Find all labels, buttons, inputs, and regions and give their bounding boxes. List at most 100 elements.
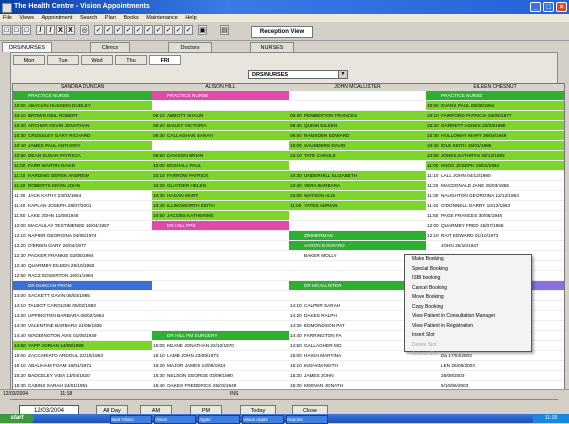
appointment-slot[interactable]: 14:20 UPPINGTON BARBARA 08/02/1954 bbox=[13, 311, 152, 321]
menu-views[interactable]: Views bbox=[19, 15, 34, 21]
appointment-slot[interactable]: PRACTICE NURSE bbox=[13, 91, 152, 101]
menu-maintenance[interactable]: Maintenance bbox=[146, 15, 178, 21]
appointment-slot[interactable]: 10:00 SAUNDERS DAVID bbox=[289, 141, 426, 151]
appointment-slot[interactable]: 10:50 JONES KATHRYN 30/12/1983 bbox=[426, 151, 564, 161]
appointment-slot[interactable] bbox=[152, 301, 289, 311]
tab-tue[interactable]: Tue bbox=[47, 55, 79, 65]
appointment-slot[interactable]: 15:10 INGHAM KEITH bbox=[289, 361, 426, 371]
appointment-slot[interactable]: 10:40 VERA BARBARA bbox=[289, 181, 426, 191]
appointment-slot[interactable]: 11:50 LAKE JOHN 11/09/1946 bbox=[13, 211, 152, 221]
tick-icon[interactable]: ✓ bbox=[174, 25, 183, 35]
appointment-slot[interactable]: 14:10 TALBOT CAROLINE 05/02/1983 bbox=[13, 301, 152, 311]
appointment-slot[interactable]: 15:20 JAMES JOHN bbox=[289, 371, 426, 381]
appointment-slot[interactable]: 10:20 GARRETT AGNES 23/03/1980 bbox=[426, 121, 564, 131]
tab-clinics[interactable]: Clinics bbox=[90, 42, 130, 52]
appointment-slot[interactable]: 11:50 PAGE FRANCES 30/05/1946 bbox=[426, 211, 564, 221]
menu-file[interactable]: File bbox=[3, 15, 12, 21]
appointment-slot[interactable]: 11:20 MACDONALD JANE 25/03/1965 bbox=[426, 181, 564, 191]
tick-icon[interactable]: ✓ bbox=[124, 25, 133, 35]
appointment-slot[interactable]: 10:10 TATE CAROLE bbox=[289, 151, 426, 161]
tab-mon[interactable]: Mon bbox=[13, 55, 45, 65]
print-icon[interactable]: ▣ bbox=[198, 25, 207, 35]
close-button[interactable]: × bbox=[556, 2, 567, 12]
appointment-slot[interactable] bbox=[152, 311, 289, 321]
appointment-slot[interactable]: 12:40 QUARMBY EILEEN 29/10/1960 bbox=[13, 261, 152, 271]
appointment-slot[interactable] bbox=[152, 251, 289, 261]
appointment-slot[interactable]: 11:30 JACK KATHY 23/03/1964 bbox=[13, 191, 152, 201]
appointment-slot[interactable] bbox=[152, 291, 289, 301]
appointment-slot[interactable]: 10:20 ARCHER KEVIN JONATHAN bbox=[13, 121, 152, 131]
appointment-slot[interactable]: DR DUNCAN PROM bbox=[13, 281, 152, 291]
appointment-slot[interactable] bbox=[289, 101, 426, 111]
appointment-slot[interactable]: 09:30 PEMBERTON FRANCES bbox=[289, 111, 426, 121]
appointment-slot[interactable]: 15:20 BADCELEY VIDA 13/04/1920 bbox=[13, 371, 152, 381]
appointment-slot[interactable]: 12:00 MACAULAY TESTIMENEE 16/04/1957 bbox=[13, 221, 152, 231]
appointment-slot[interactable]: 14:50 YAPP ADRIAN 14/09/1998 bbox=[13, 341, 152, 351]
menu-item-copy-booking[interactable]: Copy Booking bbox=[405, 303, 531, 313]
cross-icon[interactable]: X bbox=[66, 25, 75, 35]
appointment-slot[interactable]: 09:10 ABBOTT SHAUN bbox=[152, 111, 289, 121]
appointment-slot[interactable] bbox=[289, 221, 426, 231]
appointment-slot[interactable]: 12:50 RACZ EDGERTON 16/01/1984 bbox=[13, 271, 152, 281]
menu-item-cancel-booking[interactable]: Cancel Booking bbox=[405, 284, 531, 294]
appointment-slot[interactable]: 12:10 NAPIER GEORGINA 04/06/1974 bbox=[13, 231, 152, 241]
menu-search[interactable]: Search bbox=[80, 15, 97, 21]
appointment-slot[interactable]: 14:40 WADDINGTON AVIS 01/06/1949 bbox=[13, 331, 152, 341]
appointment-slot[interactable]: 09:30 CALLAGHAN SARAH bbox=[152, 131, 289, 141]
appointment-slot[interactable]: 11:10 LALL JOHN 04/12/1980 bbox=[426, 171, 564, 181]
appointment-slot[interactable]: 10:30 HOLLOWAY MARY 26/04/1949 bbox=[426, 131, 564, 141]
appointment-slot[interactable] bbox=[289, 161, 426, 171]
clock-icon[interactable]: ◎ bbox=[80, 25, 89, 35]
new-icon[interactable]: □ bbox=[2, 25, 11, 35]
appointment-slot[interactable] bbox=[152, 321, 289, 331]
appointment-slot[interactable]: 11:00 KNOX JOSEPH 19/01/1982 bbox=[426, 161, 564, 171]
appointment-slot[interactable]: 15:00 KEANE JONATHAN 22/10/1970 bbox=[152, 341, 289, 351]
appointment-slot[interactable]: 10:00 EDSHALL PAUL bbox=[152, 161, 289, 171]
tab-doctors[interactable]: Doctors bbox=[168, 42, 212, 52]
appointment-slot[interactable]: 11:40 KAPLAN JOSEPH 28/07/2001 bbox=[13, 201, 152, 211]
appointment-slot[interactable] bbox=[152, 101, 289, 111]
appointment-slot[interactable] bbox=[289, 211, 426, 221]
tab-thu[interactable]: Thu bbox=[115, 55, 147, 65]
menu-plan[interactable]: Plan bbox=[105, 15, 116, 21]
appointment-slot[interactable]: 10:00 EVANS PAUL 05/08/1984 bbox=[426, 101, 564, 111]
appointment-slot[interactable] bbox=[152, 271, 289, 281]
menu-item-view-registration[interactable]: View Patient in Registration bbox=[405, 322, 531, 332]
appointment-slot[interactable]: JOHN 26/10/1947 bbox=[426, 241, 564, 251]
appointment-slot[interactable]: 09:50 DAVISON BRIAN bbox=[152, 151, 289, 161]
start-button[interactable]: start bbox=[0, 414, 34, 423]
appointment-slot[interactable]: 15:30 NELSON GEORGE 03/09/1990 bbox=[152, 371, 289, 381]
tick-icon[interactable]: ✓ bbox=[144, 25, 153, 35]
report-icon[interactable]: ▤ bbox=[220, 25, 229, 35]
tick-icon[interactable]: ✓ bbox=[134, 25, 143, 35]
menu-books[interactable]: Books bbox=[123, 15, 138, 21]
appointment-slot[interactable]: 10:30 HAGAN MARY bbox=[152, 191, 289, 201]
appointment-slot[interactable]: 10:30 UNDERHILL ELIZABETH bbox=[289, 171, 426, 181]
menu-item-isbi-booking[interactable]: ISBI booking bbox=[405, 274, 531, 284]
appointment-slot[interactable]: 15:10 ABALIHAM FOAM 19/01/1971 bbox=[13, 361, 152, 371]
menu-item-move-booking[interactable]: Move Booking bbox=[405, 293, 531, 303]
appointment-slot[interactable]: 10:50 WATSON ALIS bbox=[289, 191, 426, 201]
appointment-slot[interactable]: 11:20 ROBERTS KEVIN JOHN bbox=[13, 181, 152, 191]
appointment-slot[interactable]: 12:30 PACKER FRANKIE 02/08/1994 bbox=[13, 251, 152, 261]
appointment-slot[interactable]: 09:20 BAILEY VICTORIA bbox=[152, 121, 289, 131]
save-icon[interactable]: □ bbox=[22, 25, 31, 35]
menu-help[interactable]: Help bbox=[185, 15, 196, 21]
appointment-slot[interactable]: ZIMMERMAN bbox=[289, 231, 426, 241]
tick-icon[interactable]: ✓ bbox=[164, 25, 173, 35]
appointment-slot[interactable]: LEN 26/09/2003 bbox=[426, 361, 564, 371]
appointment-slot[interactable]: 10:40 JAMES PAUL ANTHONY bbox=[13, 141, 152, 151]
appointment-slot[interactable]: 10:50 DEAN SUSAN PATRICIA bbox=[13, 151, 152, 161]
tick-icon[interactable]: ✓ bbox=[114, 25, 123, 35]
appointment-slot[interactable]: 11:00 YATES ADRIAN bbox=[289, 201, 426, 211]
slash-icon[interactable]: / bbox=[36, 25, 45, 35]
cross-icon[interactable]: X bbox=[56, 25, 65, 35]
group-select[interactable]: DRS/NURSES ▼ bbox=[248, 70, 348, 79]
slash-icon[interactable]: / bbox=[46, 25, 55, 35]
appointment-slot[interactable]: 10:10 FAIRFORD PATRICIA 26/05/1977 bbox=[426, 111, 564, 121]
appointment-slot[interactable]: 10:10 BROWN NEIL ROBERT bbox=[13, 111, 152, 121]
menu-item-view-consultation[interactable]: View Patient in Consultation Manager bbox=[405, 312, 531, 322]
appointment-slot[interactable]: 09:40 QUINN EILEEN bbox=[289, 121, 426, 131]
appointment-slot[interactable] bbox=[152, 241, 289, 251]
appointment-slot[interactable]: 10:20 GLAYDER HELEN bbox=[152, 181, 289, 191]
